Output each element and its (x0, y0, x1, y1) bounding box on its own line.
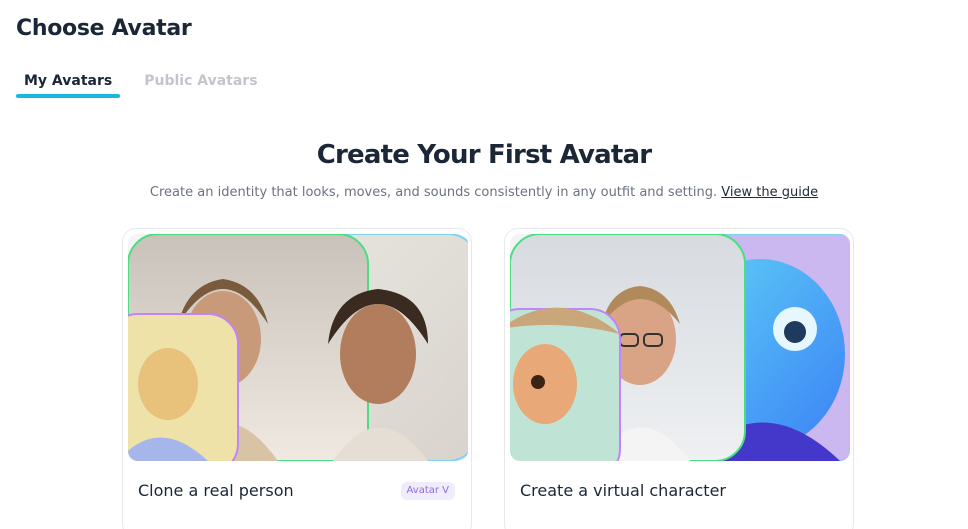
clone-card-label: Clone a real person (138, 481, 294, 500)
hero-subtitle-text: Create an identity that looks, moves, an… (149, 185, 718, 200)
real-people-collage (128, 234, 468, 461)
tab-public-avatars[interactable]: Public Avatars (136, 70, 265, 100)
virtual-characters-collage (510, 234, 850, 461)
virtual-card-image (510, 234, 850, 461)
avatar-v-badge: Avatar V (400, 482, 455, 500)
view-guide-link[interactable]: View the guide (721, 185, 818, 200)
clone-card-image (128, 234, 468, 461)
virtual-character-card[interactable]: Create a virtual character (504, 228, 854, 529)
avatar-tabs: My Avatars Public Avatars (16, 70, 282, 102)
virtual-card-label: Create a virtual character (520, 481, 726, 500)
hero-title: Create Your First Avatar (316, 140, 652, 170)
tab-my-avatars[interactable]: My Avatars (16, 70, 121, 100)
clone-real-person-card[interactable]: Clone a real person Avatar V (122, 228, 472, 529)
hero-subtitle: Create an identity that looks, moves, an… (0, 185, 968, 200)
page-title: Choose Avatar (16, 16, 192, 41)
